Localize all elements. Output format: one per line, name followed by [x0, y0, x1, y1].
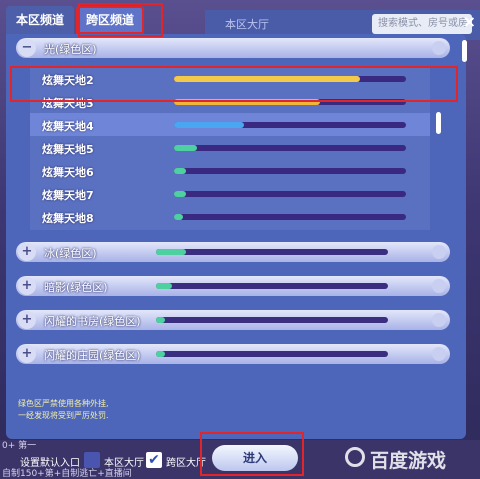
checkmark-icon: ✔ [148, 452, 160, 468]
load-bar-fill [156, 317, 166, 323]
group-status-dot [432, 279, 446, 293]
room-row[interactable]: 炫舞天地2 [30, 67, 430, 90]
expand-icon[interactable]: + [18, 311, 36, 329]
local-hall-label: 本区大厅 [104, 458, 144, 469]
close-icon[interactable]: × [463, 12, 476, 31]
room-load-bar-fill [174, 168, 186, 174]
room-search-input[interactable]: 搜索模式、房号或房 [372, 14, 472, 34]
tab-cross-channel[interactable]: 跨区频道 [76, 6, 145, 34]
server-group-light[interactable]: − 光(绿色区) [16, 38, 450, 58]
baidu-logo-icon [345, 447, 365, 467]
group-status-dot [432, 313, 446, 327]
room-row[interactable]: 炫舞天地4 [30, 113, 430, 136]
local-hall-checkbox[interactable] [84, 452, 100, 468]
expand-icon[interactable]: + [18, 277, 36, 295]
room-load-bar-fill [174, 99, 321, 105]
server-group-label: 光(绿色区) [44, 43, 97, 56]
room-label: 炫舞天地7 [42, 189, 94, 202]
server-group-shadow[interactable]: + 暗影(绿色区) [16, 276, 450, 296]
room-row[interactable]: 炫舞天地5 [30, 136, 430, 159]
room-scrollbar-thumb[interactable] [436, 112, 441, 134]
chat-line: 0+ 第一 [2, 441, 37, 451]
room-load-bar-fill [174, 76, 360, 82]
watermark: 百度游戏 [370, 450, 447, 472]
local-hall-title: 本区大厅 [225, 18, 269, 31]
server-group-manor[interactable]: + 闪耀的庄园(绿色区) [16, 344, 450, 364]
server-group-ice[interactable]: + 冰(绿色区) [16, 242, 450, 262]
server-group-study[interactable]: + 闪耀的书房(绿色区) [16, 310, 450, 330]
notice-line-1: 绿色区严禁使用各种外挂, [18, 399, 109, 408]
room-load-bar [174, 214, 406, 220]
group-status-dot [432, 41, 446, 55]
cross-hall-checkbox[interactable]: ✔ [146, 452, 162, 468]
load-bar-fill [156, 249, 187, 255]
group-status-dot [432, 347, 446, 361]
room-label: 炫舞天地8 [42, 212, 94, 225]
room-load-bar [174, 99, 406, 105]
room-label: 炫舞天地4 [42, 120, 94, 133]
room-row[interactable]: 炫舞天地7 [30, 182, 430, 205]
load-bar-fill [156, 283, 173, 289]
room-row[interactable]: 炫舞天地8 [30, 205, 430, 228]
load-bar-fill [156, 351, 166, 357]
default-entry-label: 设置默认入口 [20, 458, 80, 469]
room-label: 炫舞天地6 [42, 166, 94, 179]
expand-icon[interactable]: + [18, 243, 36, 261]
load-bar [156, 283, 388, 289]
room-load-bar-fill [174, 145, 198, 151]
room-load-bar [174, 191, 406, 197]
server-group-label: 闪耀的书房(绿色区) [44, 315, 141, 328]
room-label: 炫舞天地3 [42, 97, 94, 110]
server-group-label: 冰(绿色区) [44, 247, 97, 260]
room-label: 炫舞天地5 [42, 143, 94, 156]
room-row[interactable]: 炫舞天地3 [30, 90, 430, 113]
room-row[interactable]: 炫舞天地6 [30, 159, 430, 182]
room-load-bar [174, 122, 406, 128]
room-load-bar-fill [174, 191, 186, 197]
room-load-bar-fill [174, 214, 184, 220]
room-label: 炫舞天地2 [42, 74, 94, 87]
room-load-bar [174, 145, 406, 151]
server-group-label: 暗影(绿色区) [44, 281, 108, 294]
enter-button[interactable]: 进入 [212, 445, 298, 471]
list-scrollbar-thumb[interactable] [462, 40, 467, 62]
room-load-bar [174, 76, 406, 82]
notice-line-2: 一经发现将受到严厉处罚. [18, 411, 109, 420]
channel-tabs: 本区频道 跨区频道 [6, 6, 146, 34]
load-bar [156, 317, 388, 323]
load-bar [156, 351, 388, 357]
load-bar [156, 249, 388, 255]
group-status-dot [432, 245, 446, 259]
collapse-icon[interactable]: − [18, 39, 36, 57]
tab-local-channel[interactable]: 本区频道 [6, 6, 75, 34]
room-load-bar-fill [174, 122, 244, 128]
room-load-bar [174, 168, 406, 174]
cross-hall-label: 跨区大厅 [166, 458, 206, 469]
expand-icon[interactable]: + [18, 345, 36, 363]
server-group-label: 闪耀的庄园(绿色区) [44, 349, 141, 362]
